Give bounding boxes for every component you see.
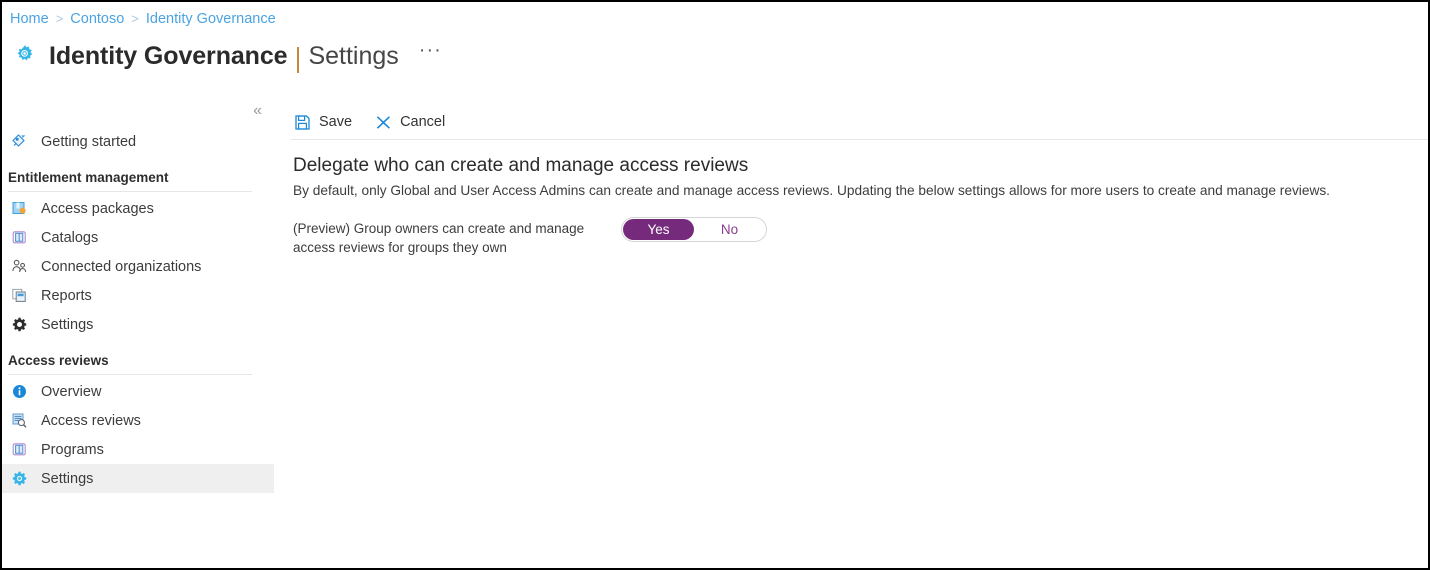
page-subtitle: Settings (308, 41, 399, 70)
sidebar-item-label: Connected organizations (41, 258, 202, 275)
sidebar-item-access-reviews[interactable]: Access reviews (2, 406, 274, 435)
book-icon (8, 229, 30, 247)
info-circle-icon (8, 383, 30, 401)
page-title: Identity Governance (49, 41, 288, 70)
section-divider (8, 374, 252, 375)
close-x-icon (374, 113, 393, 132)
cancel-label: Cancel (400, 114, 446, 130)
save-disk-icon (293, 113, 312, 132)
sidebar-item-label: Access packages (41, 200, 154, 217)
sidebar-item-label: Settings (41, 470, 94, 487)
breadcrumb-item-home[interactable]: Home (10, 10, 49, 28)
sidebar-item-label: Reports (41, 287, 92, 304)
sidebar-item-getting-started[interactable]: Getting started (2, 127, 274, 156)
sidebar-item-settings-entitlement[interactable]: Settings (2, 310, 274, 339)
breadcrumb-separator: > (131, 11, 139, 26)
sidebar-section-access-reviews: Access reviews (2, 339, 274, 375)
breadcrumb-item-contoso[interactable]: Contoso (70, 10, 124, 28)
rocket-icon (8, 133, 30, 151)
toggle-option-yes[interactable]: Yes (623, 219, 694, 240)
content-area: Save Cancel Delegate who can create and … (291, 100, 1428, 568)
sidebar-item-connected-organizations[interactable]: Connected organizations (2, 252, 274, 281)
save-label: Save (319, 114, 353, 130)
more-options-button[interactable]: ··· (419, 39, 442, 62)
sidebar-item-label: Settings (41, 316, 94, 333)
sidebar-item-catalogs[interactable]: Catalogs (2, 223, 274, 252)
sidebar-item-label: Catalogs (41, 229, 99, 246)
breadcrumb-item-identity-governance[interactable]: Identity Governance (146, 10, 276, 28)
people-icon (8, 258, 30, 276)
sidebar-item-reports[interactable]: Reports (2, 281, 274, 310)
section-title: Delegate who can create and manage acces… (293, 155, 749, 176)
sidebar-section-entitlement-management: Entitlement management (2, 156, 274, 192)
sidebar-item-overview[interactable]: Overview (2, 377, 274, 406)
title-separator (297, 47, 300, 73)
governance-gear-icon (10, 41, 40, 71)
setting-label: (Preview) Group owners can create and ma… (293, 221, 585, 255)
sidebar-item-label: Access reviews (41, 412, 141, 429)
reports-icon (8, 287, 30, 305)
group-owners-toggle[interactable]: Yes No (621, 217, 767, 242)
sidebar-item-label: Overview (41, 383, 102, 400)
save-button[interactable]: Save (291, 111, 354, 134)
toolbar-divider (291, 139, 1428, 140)
review-search-icon (8, 412, 30, 430)
section-divider (8, 191, 252, 192)
sidebar-item-label: Getting started (41, 133, 137, 150)
book-icon (8, 441, 30, 459)
azure-portal-blade: Home > Contoso > Identity Governance Ide… (0, 0, 1430, 570)
breadcrumb: Home > Contoso > Identity Governance (10, 10, 276, 28)
settings-section: Delegate who can create and manage acces… (293, 153, 1424, 200)
sidebar-item-label: Programs (41, 441, 104, 458)
command-toolbar: Save Cancel (291, 100, 1428, 138)
page-title-row: Identity Governance Settings ··· (10, 36, 442, 76)
toggle-option-no[interactable]: No (694, 219, 765, 240)
gear-blue-icon (8, 470, 30, 488)
sidebar-section-title: Access reviews (8, 353, 109, 368)
package-icon (8, 200, 30, 218)
collapse-sidebar-button[interactable]: « (253, 103, 262, 119)
cancel-button[interactable]: Cancel (372, 111, 447, 134)
breadcrumb-separator: > (55, 11, 64, 26)
sidebar-item-settings-access-reviews[interactable]: Settings (2, 464, 274, 493)
sidebar-nav-list: Getting started Entitlement management A… (2, 127, 274, 493)
setting-row-group-owners: (Preview) Group owners can create and ma… (293, 217, 767, 257)
section-description: By default, only Global and User Access … (293, 183, 1330, 198)
sidebar: « Getting started Entitlement management (2, 97, 274, 568)
sidebar-item-access-packages[interactable]: Access packages (2, 194, 274, 223)
sidebar-item-programs[interactable]: Programs (2, 435, 274, 464)
gear-icon (8, 316, 30, 334)
sidebar-section-title: Entitlement management (8, 170, 169, 185)
